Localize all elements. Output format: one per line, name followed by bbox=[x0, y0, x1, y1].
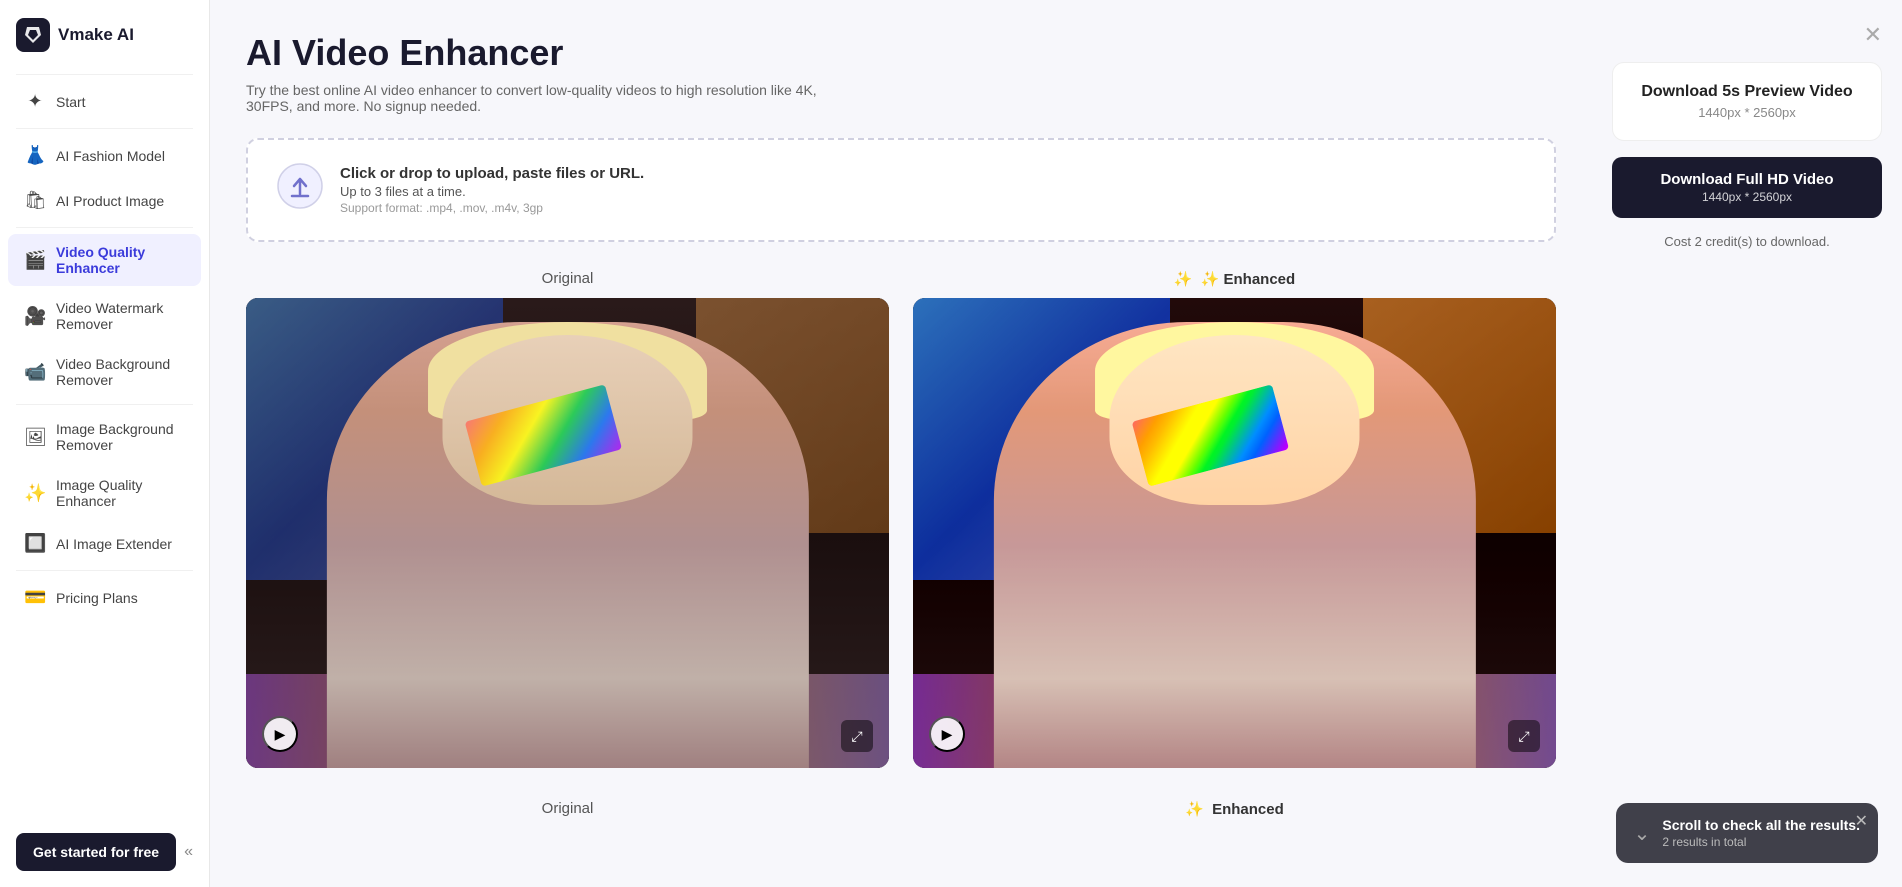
start-icon: ✦ bbox=[24, 91, 46, 112]
download-full-label: Download Full HD Video bbox=[1660, 171, 1833, 188]
person-silhouette-original bbox=[326, 322, 808, 769]
sidebar-divider-1 bbox=[16, 128, 193, 129]
expand-button-original-1[interactable]: ⤢ bbox=[841, 720, 873, 752]
original-video-1: ▶ ⤢ bbox=[246, 298, 889, 768]
sidebar-item-label: Video Watermark Remover bbox=[56, 300, 185, 332]
get-started-button[interactable]: Get started for free bbox=[16, 833, 176, 871]
sidebar-item-video-quality[interactable]: 🎬 Video Quality Enhancer bbox=[8, 234, 201, 286]
video-person-enhanced bbox=[913, 298, 1556, 768]
sidebar-item-label: Pricing Plans bbox=[56, 590, 138, 606]
sidebar-footer: Get started for free « bbox=[0, 817, 209, 887]
toast-close-button[interactable]: ✕ bbox=[1855, 811, 1868, 831]
toast-sub-text: 2 results in total bbox=[1662, 835, 1860, 849]
sidebar-item-pricing[interactable]: 💳 Pricing Plans bbox=[8, 577, 201, 618]
close-preview-button[interactable]: ✕ bbox=[1864, 24, 1882, 46]
sidebar-item-label: Video Background Remover bbox=[56, 356, 185, 388]
comparison-section-2: Original ✨ Enhanced bbox=[246, 800, 1556, 818]
content-area: AI Video Enhancer Try the best online AI… bbox=[210, 0, 1592, 887]
download-full-button[interactable]: Download Full HD Video 1440px * 2560px bbox=[1612, 157, 1882, 218]
right-panel: ✕ Download 5s Preview Video 1440px * 256… bbox=[1592, 0, 1902, 887]
scroll-toast: ⌄ Scroll to check all the results. 2 res… bbox=[1616, 803, 1878, 863]
sidebar-divider-3 bbox=[16, 404, 193, 405]
upload-sub-text: Up to 3 files at a time. bbox=[340, 184, 644, 199]
download-full-res: 1440px * 2560px bbox=[1702, 190, 1792, 204]
upload-format-text: Support format: .mp4, .mov, .m4v, 3gp bbox=[340, 201, 644, 215]
enhanced-video-1: ▶ ⤢ bbox=[913, 298, 1556, 768]
video-bg-icon: 📹 bbox=[24, 362, 46, 383]
enhanced-star-icon-2: ✨ bbox=[1185, 801, 1204, 818]
sidebar-logo: Vmake AI bbox=[0, 0, 209, 70]
sidebar-item-label: Start bbox=[56, 94, 86, 110]
app-logo-icon bbox=[16, 18, 50, 52]
play-button-enhanced-1[interactable]: ▶ bbox=[929, 716, 965, 752]
sidebar-item-label: AI Product Image bbox=[56, 193, 164, 209]
sidebar-item-label: Image Background Remover bbox=[56, 421, 185, 453]
sidebar-item-label: Image Quality Enhancer bbox=[56, 477, 185, 509]
sidebar: Vmake AI ✦ Start 👗 AI Fashion Model 🛍 AI… bbox=[0, 0, 210, 887]
sidebar-divider-4 bbox=[16, 570, 193, 571]
product-image-icon: 🛍 bbox=[24, 190, 46, 211]
comparison-labels-2: Original ✨ Enhanced bbox=[246, 800, 1556, 818]
toast-main-text: Scroll to check all the results. bbox=[1662, 817, 1860, 833]
image-bg-icon: 🖼 bbox=[24, 427, 46, 448]
credits-text: Cost 2 credit(s) to download. bbox=[1612, 234, 1882, 249]
sidebar-item-video-watermark[interactable]: 🎥 Video Watermark Remover bbox=[8, 290, 201, 342]
expand-button-enhanced-1[interactable]: ⤢ bbox=[1508, 720, 1540, 752]
scroll-down-icon: ⌄ bbox=[1634, 821, 1651, 846]
upload-text-group: Click or drop to upload, paste files or … bbox=[340, 165, 644, 215]
video-person-original bbox=[246, 298, 889, 768]
sidebar-item-image-quality[interactable]: ✨ Image Quality Enhancer bbox=[8, 467, 201, 519]
download-preview-card: Download 5s Preview Video 1440px * 2560p… bbox=[1612, 62, 1882, 141]
page-title: AI Video Enhancer bbox=[246, 32, 1556, 74]
sidebar-item-label: AI Image Extender bbox=[56, 536, 172, 552]
sidebar-collapse-button[interactable]: « bbox=[184, 843, 193, 861]
person-silhouette-enhanced bbox=[993, 322, 1475, 769]
toast-text-group: Scroll to check all the results. 2 resul… bbox=[1662, 817, 1860, 849]
upload-area[interactable]: Click or drop to upload, paste files or … bbox=[246, 138, 1556, 242]
download-preview-res: 1440px * 2560px bbox=[1633, 105, 1861, 120]
sidebar-item-label: Video Quality Enhancer bbox=[56, 244, 185, 276]
video-quality-icon: 🎬 bbox=[24, 250, 46, 271]
page-subtitle: Try the best online AI video enhancer to… bbox=[246, 82, 846, 114]
upload-icon bbox=[276, 162, 324, 218]
original-label-1: Original bbox=[246, 270, 889, 288]
enhanced-label-2: ✨ Enhanced bbox=[913, 800, 1556, 818]
pricing-icon: 💳 bbox=[24, 587, 46, 608]
sidebar-divider-2 bbox=[16, 227, 193, 228]
sidebar-item-label: AI Fashion Model bbox=[56, 148, 165, 164]
page-header: AI Video Enhancer Try the best online AI… bbox=[246, 32, 1556, 114]
upload-main-text: Click or drop to upload, paste files or … bbox=[340, 165, 644, 182]
play-button-original-1[interactable]: ▶ bbox=[262, 716, 298, 752]
enhanced-label-1: ✨ ✨ Enhanced bbox=[913, 270, 1556, 288]
sidebar-item-product-image[interactable]: 🛍 AI Product Image bbox=[8, 180, 201, 221]
sidebar-item-video-bg[interactable]: 📹 Video Background Remover bbox=[8, 346, 201, 398]
sidebar-item-image-bg[interactable]: 🖼 Image Background Remover bbox=[8, 411, 201, 463]
main-content: AI Video Enhancer Try the best online AI… bbox=[210, 0, 1902, 887]
sidebar-item-start[interactable]: ✦ Start bbox=[8, 81, 201, 122]
sidebar-item-image-extender[interactable]: 🔲 AI Image Extender bbox=[8, 523, 201, 564]
image-quality-icon: ✨ bbox=[24, 483, 46, 504]
enhanced-star-icon: ✨ bbox=[1174, 271, 1193, 288]
video-inner-enhanced-1 bbox=[913, 298, 1556, 768]
download-preview-title: Download 5s Preview Video bbox=[1633, 83, 1861, 101]
original-label-2: Original bbox=[246, 800, 889, 818]
comparison-section-1: Original ✨ ✨ Enhanced bbox=[246, 270, 1556, 768]
image-extender-icon: 🔲 bbox=[24, 533, 46, 554]
sidebar-item-fashion-model[interactable]: 👗 AI Fashion Model bbox=[8, 135, 201, 176]
fashion-model-icon: 👗 bbox=[24, 145, 46, 166]
comparison-labels-1: Original ✨ ✨ Enhanced bbox=[246, 270, 1556, 288]
video-watermark-icon: 🎥 bbox=[24, 306, 46, 327]
comparison-videos-1: ▶ ⤢ bbox=[246, 298, 1556, 768]
app-logo-text: Vmake AI bbox=[58, 25, 134, 45]
video-inner-original-1 bbox=[246, 298, 889, 768]
sidebar-divider-top bbox=[16, 74, 193, 75]
